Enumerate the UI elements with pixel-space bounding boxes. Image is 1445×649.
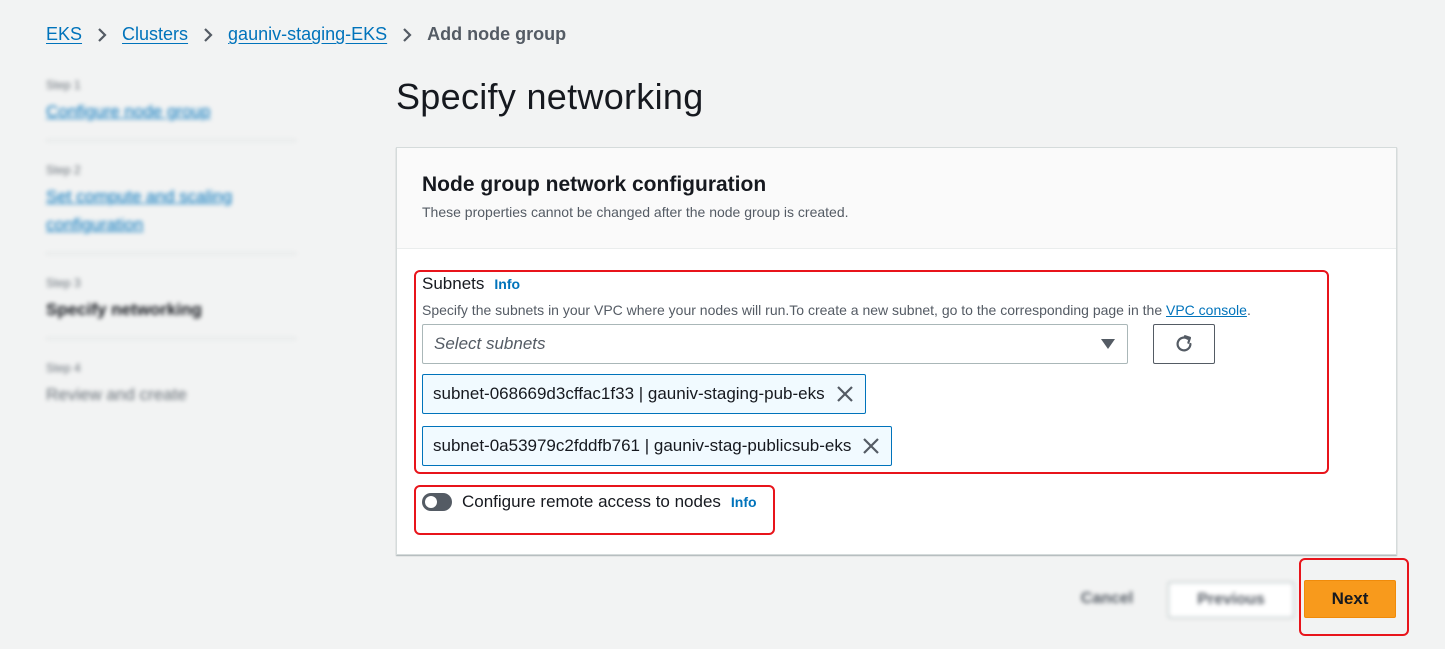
subnets-label: Subnets bbox=[422, 274, 485, 293]
step-number: Step 2 bbox=[46, 163, 81, 177]
previous-button[interactable]: Previous bbox=[1168, 582, 1294, 618]
remote-access-info-link[interactable]: Info bbox=[731, 494, 757, 510]
close-icon[interactable] bbox=[835, 384, 855, 404]
step-number: Step 1 bbox=[46, 78, 81, 92]
network-config-container: Node group network configuration These p… bbox=[396, 147, 1397, 555]
wizard-steps: Step 1 Configure node group Step 2 Set c… bbox=[46, 70, 296, 423]
subnets-description-end: . bbox=[1246, 302, 1251, 318]
selected-subnet-token: subnet-068669d3cffac1f33 | gauniv-stagin… bbox=[422, 374, 866, 414]
selected-subnet-token-wrap: subnet-068669d3cffac1f33 | gauniv-stagin… bbox=[422, 374, 1322, 414]
cancel-button[interactable]: Cancel bbox=[1070, 582, 1144, 616]
subnets-select[interactable]: Select subnets bbox=[422, 324, 1128, 364]
breadcrumb-clusters[interactable]: Clusters bbox=[122, 24, 188, 45]
page-title: Specify networking bbox=[396, 76, 704, 117]
breadcrumb: EKS Clusters gauniv-staging-EKS Add node… bbox=[46, 24, 566, 45]
step-title-line: configuration bbox=[46, 215, 144, 234]
token-label: subnet-068669d3cffac1f33 | gauniv-stagin… bbox=[433, 384, 825, 403]
subnets-field: Subnets Info Specify the subnets in your… bbox=[422, 274, 1322, 466]
chevron-right-icon bbox=[188, 27, 228, 43]
step-link-compute-scaling[interactable]: Set compute and scaling configuration bbox=[46, 183, 296, 239]
step-title-line: Set compute and scaling bbox=[46, 187, 233, 206]
wizard-step-1: Step 1 Configure node group bbox=[46, 70, 296, 141]
subnets-select-row: Select subnets bbox=[422, 324, 1322, 364]
container-title: Node group network configuration bbox=[422, 173, 767, 196]
next-button[interactable]: Next bbox=[1304, 580, 1396, 618]
breadcrumb-current: Add node group bbox=[427, 24, 567, 44]
selected-subnet-token: subnet-0a53979c2fddfb761 | gauniv-stag-p… bbox=[422, 426, 893, 466]
subnets-label-row: Subnets Info bbox=[422, 274, 1322, 294]
step-number: Step 4 bbox=[46, 361, 81, 375]
breadcrumb-eks[interactable]: EKS bbox=[46, 24, 82, 45]
subnets-select-placeholder: Select subnets bbox=[434, 334, 546, 353]
breadcrumb-cluster-name[interactable]: gauniv-staging-EKS bbox=[228, 24, 387, 45]
step-number: Step 3 bbox=[46, 276, 81, 290]
subnets-description: Specify the subnets in your VPC where yo… bbox=[422, 302, 1322, 318]
wizard-step-3: Step 3 Specify networking bbox=[46, 254, 296, 339]
remote-access-row: Configure remote access to nodes Info bbox=[422, 492, 757, 512]
close-icon[interactable] bbox=[861, 436, 881, 456]
refresh-icon bbox=[1173, 333, 1195, 355]
chevron-right-icon bbox=[387, 27, 427, 43]
selected-subnet-token-wrap: subnet-0a53979c2fddfb761 | gauniv-stag-p… bbox=[422, 426, 1322, 466]
remote-access-toggle[interactable] bbox=[422, 493, 452, 511]
step-link-configure-node-group[interactable]: Configure node group bbox=[46, 98, 296, 126]
container-description: These properties cannot be changed after… bbox=[422, 204, 849, 220]
wizard-step-2: Step 2 Set compute and scaling configura… bbox=[46, 141, 296, 254]
remote-access-label: Configure remote access to nodes bbox=[462, 492, 721, 511]
token-label: subnet-0a53979c2fddfb761 | gauniv-stag-p… bbox=[433, 436, 852, 455]
step-current-specify-networking: Specify networking bbox=[46, 300, 202, 319]
step-review-create: Review and create bbox=[46, 385, 187, 404]
refresh-subnets-button[interactable] bbox=[1153, 324, 1215, 364]
subnets-info-link[interactable]: Info bbox=[494, 276, 520, 292]
add-node-group-page: EKS Clusters gauniv-staging-EKS Add node… bbox=[0, 0, 1445, 649]
chevron-right-icon bbox=[82, 27, 122, 43]
container-header: Node group network configuration These p… bbox=[397, 148, 1396, 249]
wizard-step-4: Step 4 Review and create bbox=[46, 339, 296, 423]
vpc-console-link[interactable]: VPC console bbox=[1166, 302, 1247, 318]
caret-down-icon bbox=[1101, 339, 1115, 349]
subnets-description-text: Specify the subnets in your VPC where yo… bbox=[422, 302, 1166, 318]
